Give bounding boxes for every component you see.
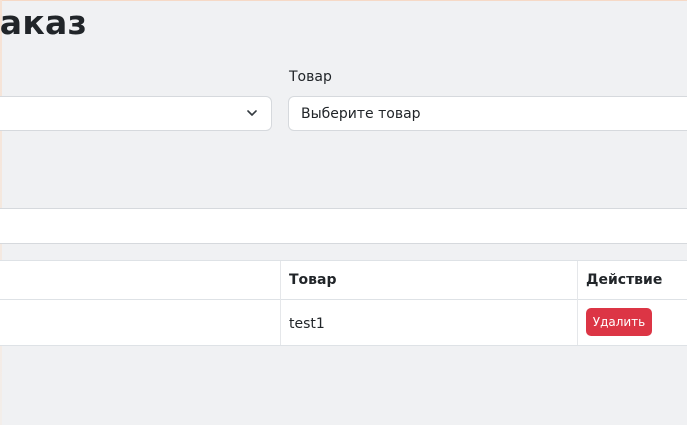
column-divider	[577, 261, 578, 345]
product-select[interactable]: Выберите товар	[288, 96, 687, 131]
chevron-down-icon	[247, 110, 257, 116]
page-title: Заказ	[0, 3, 88, 42]
column-header-action: Действие	[586, 272, 663, 288]
column-divider	[280, 261, 281, 345]
text-input[interactable]	[0, 208, 687, 244]
order-page: Заказ Товар Выберите товар Товар Действи…	[0, 0, 687, 425]
product-select-value: Выберите товар	[301, 106, 421, 122]
table-header-divider	[0, 299, 687, 300]
column-header-product: Товар	[289, 272, 337, 288]
products-table: Товар Действие test1 Удалить	[0, 260, 687, 346]
row-product-cell: test1	[289, 316, 325, 332]
product-label: Товар	[289, 69, 332, 85]
window-edge-top	[0, 0, 687, 1]
left-select[interactable]	[0, 96, 272, 131]
delete-button[interactable]: Удалить	[586, 308, 652, 336]
